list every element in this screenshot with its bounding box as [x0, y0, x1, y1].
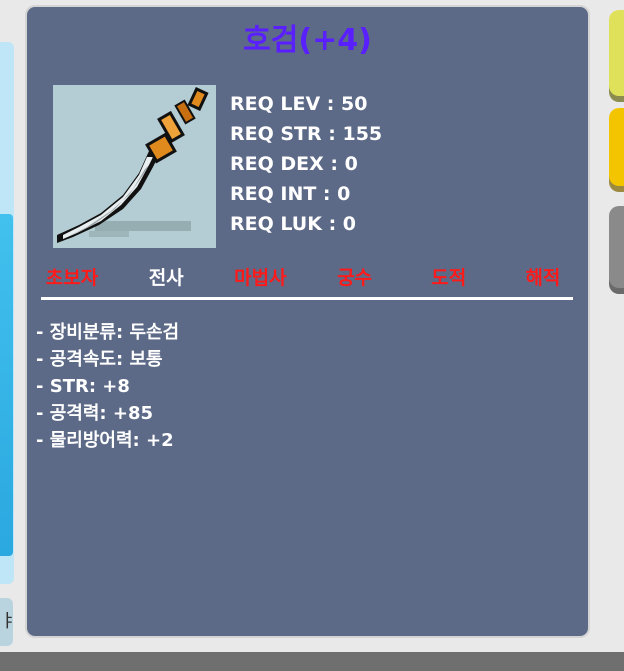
left-small-button[interactable]: ㅑ — [0, 598, 17, 646]
divider — [41, 297, 573, 300]
bottom-bar — [0, 652, 624, 671]
item-title: 호검(+4) — [243, 23, 372, 58]
item-thumbnail — [53, 85, 216, 248]
requirements-list: REQ LEV : 50 REQ STR : 155 REQ DEX : 0 R… — [230, 89, 382, 239]
stats-list: - 장비분류: 두손검 - 공격속도: 보통 - STR: +8 - 공격력: … — [36, 319, 179, 454]
job-magician: 마법사 — [234, 267, 287, 289]
side-button-yellow[interactable] — [609, 10, 624, 96]
left-side-panel — [0, 42, 14, 584]
stat-attack: - 공격력: +85 — [36, 403, 154, 424]
req-luk: REQ LUK : 0 — [230, 213, 357, 235]
job-thief: 도적 — [431, 267, 467, 289]
job-bowman: 궁수 — [337, 267, 373, 289]
job-beginner: 초보자 — [45, 267, 99, 289]
stat-attack-speed: - 공격속도: 보통 — [36, 349, 163, 370]
side-button-gray[interactable] — [609, 206, 624, 288]
job-warrior: 전사 — [148, 267, 184, 289]
stat-defense: - 물리방어력: +2 — [36, 430, 174, 451]
left-small-button-text: ㅑ — [0, 611, 17, 632]
item-tooltip-panel: 호검(+4) REQ LEV : 50 REQ STR : 155 REQ DE… — [27, 7, 588, 636]
curved-sword-icon — [57, 86, 209, 243]
req-int: REQ INT : 0 — [230, 183, 351, 205]
job-pirate: 해적 — [525, 267, 561, 289]
req-dex: REQ DEX : 0 — [230, 153, 358, 175]
side-button-gold[interactable] — [609, 108, 624, 186]
req-level: REQ LEV : 50 — [230, 93, 368, 115]
stat-str: - STR: +8 — [36, 376, 130, 397]
req-str: REQ STR : 155 — [230, 123, 383, 145]
stat-category: - 장비분류: 두손검 — [36, 322, 180, 343]
left-panel-bar — [0, 214, 13, 556]
job-list: 초보자 전사 마법사 궁수 도적 해적 — [27, 263, 588, 290]
